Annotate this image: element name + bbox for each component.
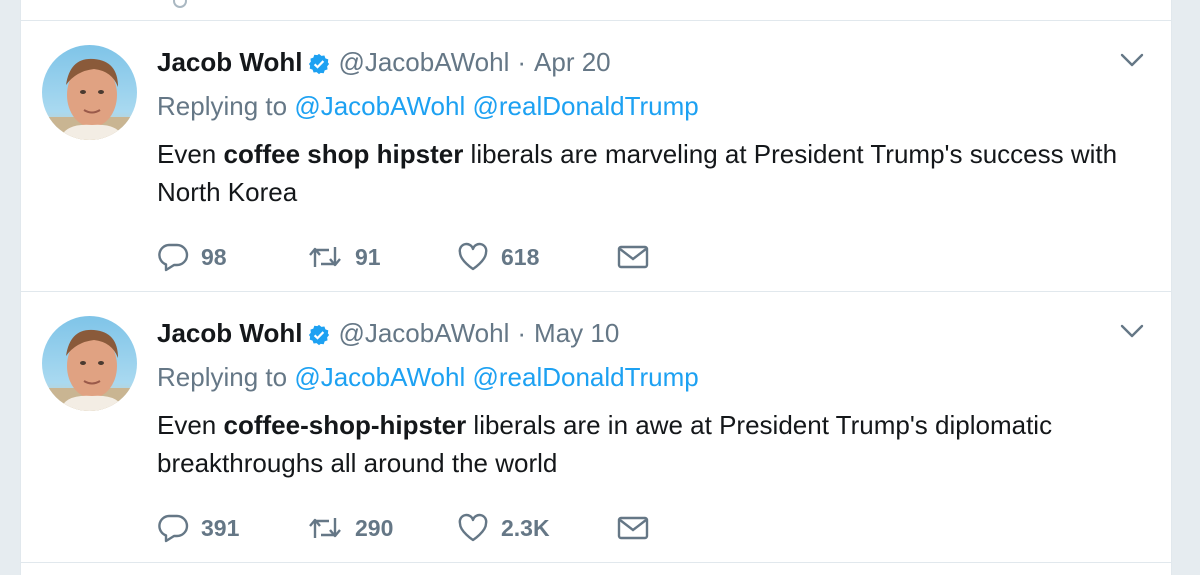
reply-count: 98 bbox=[201, 243, 227, 270]
verified-badge-icon bbox=[308, 51, 330, 75]
message-icon bbox=[617, 515, 649, 541]
tweet-actions: 98 91 618 bbox=[157, 240, 649, 274]
replying-to-label: Replying to bbox=[157, 91, 288, 121]
tweet-header: Jacob Wohl @JacobAWohl · May 10 bbox=[157, 316, 619, 350]
reply-icon bbox=[157, 513, 189, 543]
chevron-down-icon[interactable] bbox=[1119, 322, 1145, 340]
retweet-icon bbox=[307, 243, 343, 271]
tweet-actions: 391 290 2.3K bbox=[157, 511, 649, 545]
replying-to: Replying to @JacobAWohl @realDonaldTrump bbox=[157, 362, 699, 393]
tweet-text-bold: coffee-shop-hipster bbox=[223, 410, 467, 440]
chevron-down-icon[interactable] bbox=[1119, 51, 1145, 69]
replying-to: Replying to @JacobAWohl @realDonaldTrump bbox=[157, 91, 699, 122]
like-button[interactable]: 2.3K bbox=[457, 513, 617, 543]
reply-button[interactable]: 391 bbox=[157, 513, 307, 543]
author-name[interactable]: Jacob Wohl bbox=[157, 47, 302, 78]
separator-dot: · bbox=[517, 317, 527, 348]
like-count: 618 bbox=[501, 243, 540, 270]
like-icon bbox=[457, 242, 489, 272]
tweet-header: Jacob Wohl @JacobAWohl · Apr 20 bbox=[157, 45, 611, 79]
avatar[interactable] bbox=[42, 45, 137, 140]
tweet-text-start: Even bbox=[157, 410, 224, 440]
reply-icon bbox=[157, 242, 189, 272]
author-handle[interactable]: @JacobAWohl bbox=[338, 318, 509, 349]
retweet-count: 290 bbox=[355, 514, 394, 541]
verified-badge-icon bbox=[308, 322, 330, 346]
mention-link[interactable]: @realDonaldTrump bbox=[472, 362, 698, 392]
mention-link[interactable]: @JacobAWohl bbox=[294, 362, 465, 392]
reply-count: 391 bbox=[201, 514, 240, 541]
mention-link[interactable]: @JacobAWohl bbox=[294, 91, 465, 121]
mention-link[interactable]: @realDonaldTrump bbox=[472, 91, 698, 121]
like-icon bbox=[457, 513, 489, 543]
message-button[interactable] bbox=[617, 515, 649, 541]
retweet-icon bbox=[307, 514, 343, 542]
tweet-date[interactable]: Apr 20 bbox=[534, 47, 611, 78]
reply-button[interactable]: 98 bbox=[157, 242, 307, 272]
author-handle[interactable]: @JacobAWohl bbox=[338, 47, 509, 78]
like-button[interactable]: 618 bbox=[457, 242, 617, 272]
message-button[interactable] bbox=[617, 244, 649, 270]
tweet-date[interactable]: May 10 bbox=[534, 318, 619, 349]
tweet-text: Even coffee shop hipster liberals are ma… bbox=[157, 135, 1147, 211]
tweet[interactable]: Jacob Wohl @JacobAWohl · Apr 20 Replying… bbox=[21, 21, 1171, 292]
avatar[interactable] bbox=[42, 316, 137, 411]
partial-icon bbox=[173, 0, 187, 8]
replying-to-label: Replying to bbox=[157, 362, 288, 392]
message-icon bbox=[617, 244, 649, 270]
retweet-button[interactable]: 290 bbox=[307, 514, 457, 542]
tweet-text: Even coffee-shop-hipster liberals are in… bbox=[157, 406, 1147, 482]
tweet-text-start: Even bbox=[157, 139, 224, 169]
separator-dot: · bbox=[517, 46, 527, 77]
timeline: Jacob Wohl @JacobAWohl · Apr 20 Replying… bbox=[20, 0, 1172, 575]
tweet-text-bold: coffee shop hipster bbox=[223, 139, 464, 169]
author-name[interactable]: Jacob Wohl bbox=[157, 318, 302, 349]
tweet[interactable]: Jacob Wohl @JacobAWohl · May 10 Replying… bbox=[21, 292, 1171, 563]
retweet-button[interactable]: 91 bbox=[307, 243, 457, 271]
previous-tweet-edge bbox=[21, 0, 1171, 21]
retweet-count: 91 bbox=[355, 243, 381, 270]
like-count: 2.3K bbox=[501, 514, 550, 541]
